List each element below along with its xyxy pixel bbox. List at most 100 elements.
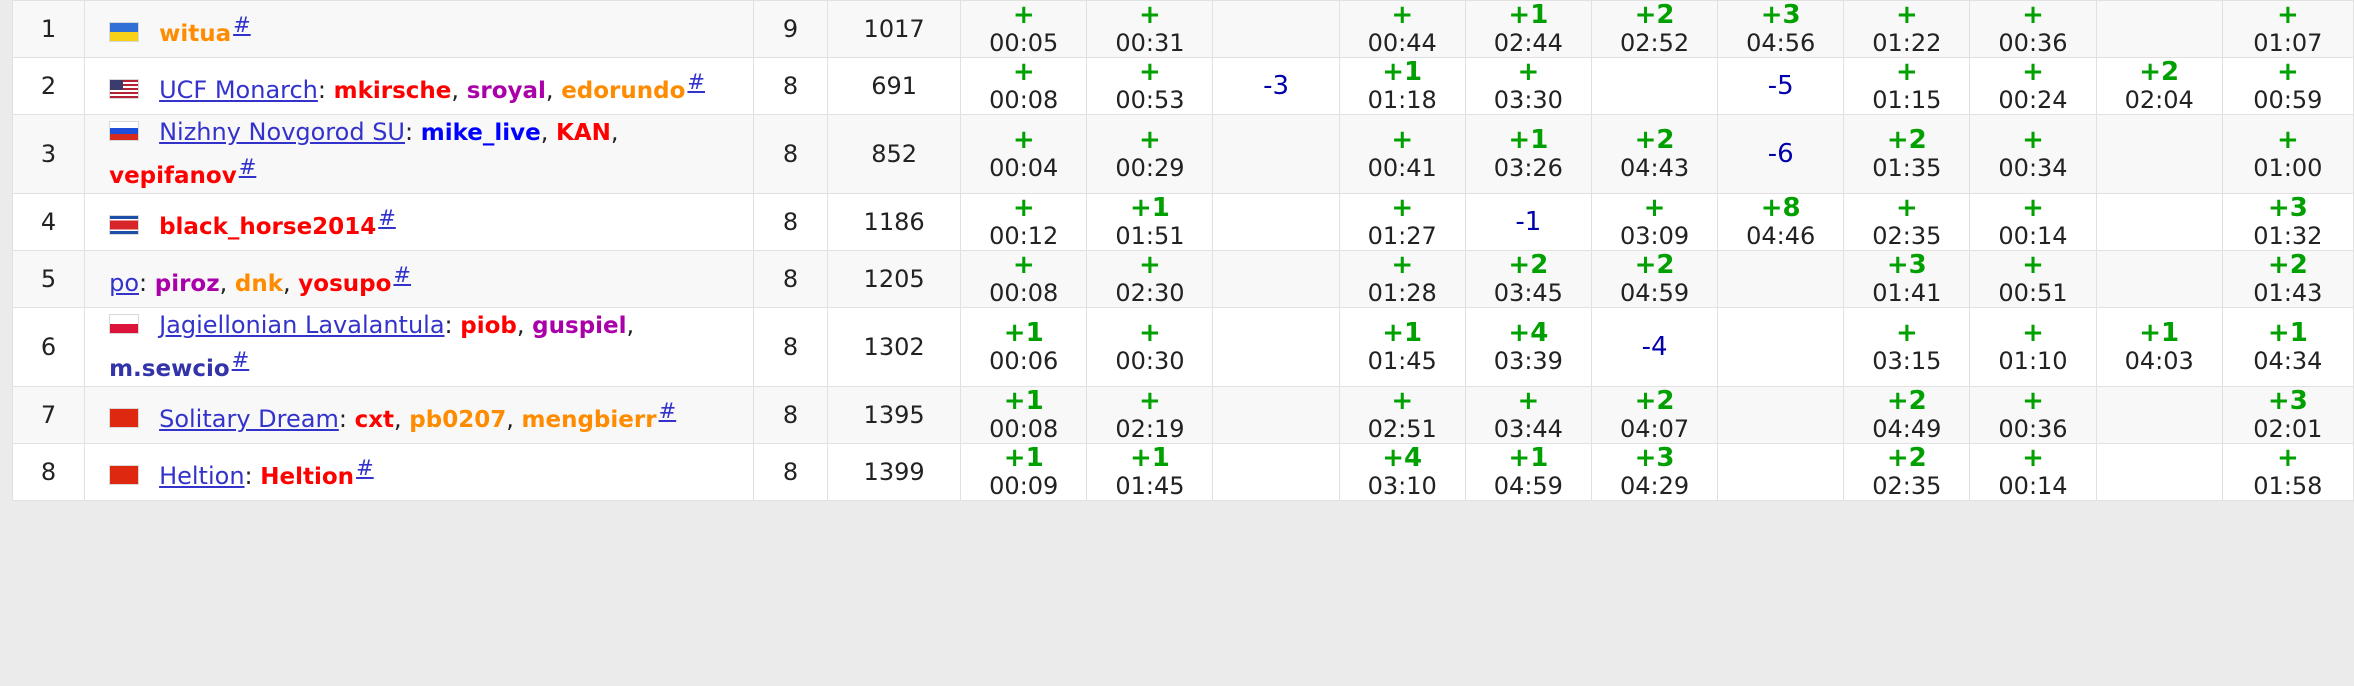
member-handle-link[interactable]: piob <box>460 313 517 339</box>
problem-result-cell[interactable]: -6 <box>1717 114 1845 194</box>
problem-result-cell[interactable]: +03:30 <box>1464 57 1592 115</box>
member-handle-link[interactable]: cxt <box>355 407 394 433</box>
problem-result-cell[interactable]: +00:53 <box>1086 57 1214 115</box>
problem-result-cell[interactable]: +2 02:52 <box>1590 0 1719 58</box>
problem-result-cell[interactable]: +00:12 <box>960 193 1088 251</box>
problem-result-cell[interactable]: +1 00:08 <box>960 386 1088 444</box>
problem-result-cell[interactable]: -4 <box>1590 307 1719 387</box>
team-name-link[interactable]: Heltion <box>159 462 244 490</box>
problem-result-cell[interactable]: +3 02:01 <box>2221 386 2354 444</box>
problem-result-cell[interactable]: +00:04 <box>960 114 1088 194</box>
problem-result-cell[interactable]: +02:19 <box>1086 386 1214 444</box>
problem-result-cell[interactable] <box>1717 443 1845 501</box>
member-handle-link[interactable]: edorundo <box>561 78 685 104</box>
problem-result-cell[interactable]: +8 04:46 <box>1717 193 1845 251</box>
problem-result-cell[interactable]: +00:41 <box>1338 114 1466 194</box>
member-handle-link[interactable]: vepifanov <box>109 163 237 189</box>
party-hash-link[interactable]: # <box>356 456 374 480</box>
member-handle-link[interactable]: black_horse2014 <box>159 214 376 240</box>
problem-result-cell[interactable] <box>1717 307 1845 387</box>
problem-result-cell[interactable]: -5 <box>1717 57 1845 115</box>
problem-result-cell[interactable]: +01:22 <box>1843 0 1971 58</box>
problem-result-cell[interactable]: +03:15 <box>1843 307 1971 387</box>
member-handle-link[interactable]: pb0207 <box>409 407 506 433</box>
problem-result-cell[interactable] <box>1212 386 1340 444</box>
member-handle-link[interactable]: yosupo <box>298 271 391 297</box>
member-handle-link[interactable]: KAN <box>556 120 611 146</box>
problem-result-cell[interactable]: +00:24 <box>1969 57 2097 115</box>
problem-result-cell[interactable]: +3 04:56 <box>1717 0 1845 58</box>
party-hash-link[interactable]: # <box>233 13 251 37</box>
problem-result-cell[interactable]: +2 03:45 <box>1464 250 1592 308</box>
problem-result-cell[interactable]: +00:59 <box>2221 57 2354 115</box>
problem-result-cell[interactable]: +01:28 <box>1338 250 1466 308</box>
problem-result-cell[interactable]: +02:35 <box>1843 193 1971 251</box>
problem-result-cell[interactable]: +3 04:29 <box>1590 443 1719 501</box>
problem-result-cell[interactable]: +00:05 <box>960 0 1088 58</box>
problem-result-cell[interactable] <box>1717 250 1845 308</box>
member-handle-link[interactable]: mengbierr <box>522 407 657 433</box>
problem-result-cell[interactable]: +01:27 <box>1338 193 1466 251</box>
problem-result-cell[interactable]: +3 01:41 <box>1843 250 1971 308</box>
problem-result-cell[interactable] <box>2095 114 2223 194</box>
team-name-link[interactable]: po <box>109 269 139 297</box>
problem-result-cell[interactable]: +01:58 <box>2221 443 2354 501</box>
team-name-link[interactable]: Nizhny Novgorod SU <box>159 118 405 146</box>
problem-result-cell[interactable]: +00:51 <box>1969 250 2097 308</box>
problem-result-cell[interactable]: +00:30 <box>1086 307 1214 387</box>
problem-result-cell[interactable]: +2 04:07 <box>1590 386 1719 444</box>
party-hash-link[interactable]: # <box>378 206 396 230</box>
problem-result-cell[interactable]: +3 01:32 <box>2221 193 2354 251</box>
member-handle-link[interactable]: mkirsche <box>334 78 452 104</box>
problem-result-cell[interactable] <box>1212 114 1340 194</box>
problem-result-cell[interactable] <box>2095 443 2223 501</box>
problem-result-cell[interactable]: +01:00 <box>2221 114 2354 194</box>
problem-result-cell[interactable]: +01:07 <box>2221 0 2354 58</box>
problem-result-cell[interactable]: +1 01:45 <box>1086 443 1214 501</box>
problem-result-cell[interactable]: +2 02:35 <box>1843 443 1971 501</box>
problem-result-cell[interactable]: +1 04:03 <box>2095 307 2223 387</box>
problem-result-cell[interactable] <box>1590 57 1719 115</box>
problem-result-cell[interactable]: +2 02:04 <box>2095 57 2223 115</box>
problem-result-cell[interactable] <box>1212 250 1340 308</box>
member-handle-link[interactable]: sroyal <box>467 78 546 104</box>
member-handle-link[interactable]: Heltion <box>260 464 354 490</box>
member-handle-link[interactable]: guspiel <box>532 313 626 339</box>
problem-result-cell[interactable]: +00:08 <box>960 250 1088 308</box>
problem-result-cell[interactable]: -3 <box>1212 57 1340 115</box>
team-name-link[interactable]: Solitary Dream <box>159 405 339 433</box>
party-hash-link[interactable]: # <box>239 155 257 179</box>
problem-result-cell[interactable] <box>1717 386 1845 444</box>
problem-result-cell[interactable]: +00:36 <box>1969 386 2097 444</box>
member-handle-link[interactable]: dnk <box>235 271 283 297</box>
member-handle-link[interactable]: witua <box>159 21 231 47</box>
problem-result-cell[interactable]: +00:31 <box>1086 0 1214 58</box>
problem-result-cell[interactable]: +1 00:09 <box>960 443 1088 501</box>
problem-result-cell[interactable]: +2 01:43 <box>2221 250 2354 308</box>
problem-result-cell[interactable]: +00:14 <box>1969 443 2097 501</box>
problem-result-cell[interactable]: +00:08 <box>960 57 1088 115</box>
problem-result-cell[interactable]: +00:36 <box>1969 0 2097 58</box>
problem-result-cell[interactable]: +2 04:43 <box>1590 114 1719 194</box>
problem-result-cell[interactable] <box>1212 307 1340 387</box>
team-name-link[interactable]: UCF Monarch <box>159 76 318 104</box>
problem-result-cell[interactable]: +2 04:49 <box>1843 386 1971 444</box>
party-hash-link[interactable]: # <box>232 348 250 372</box>
problem-result-cell[interactable]: +4 03:10 <box>1338 443 1466 501</box>
problem-result-cell[interactable] <box>2095 386 2223 444</box>
team-name-link[interactable]: Jagiellonian Lavalantula <box>159 311 444 339</box>
problem-result-cell[interactable] <box>2095 250 2223 308</box>
problem-result-cell[interactable]: +02:51 <box>1338 386 1466 444</box>
problem-result-cell[interactable]: +1 01:45 <box>1338 307 1466 387</box>
problem-result-cell[interactable] <box>2095 0 2223 58</box>
problem-result-cell[interactable]: +1 03:26 <box>1464 114 1592 194</box>
problem-result-cell[interactable] <box>2095 193 2223 251</box>
problem-result-cell[interactable]: +1 02:44 <box>1464 0 1592 58</box>
problem-result-cell[interactable]: +00:14 <box>1969 193 2097 251</box>
problem-result-cell[interactable]: +1 04:34 <box>2221 307 2354 387</box>
problem-result-cell[interactable]: +01:10 <box>1969 307 2097 387</box>
party-hash-link[interactable]: # <box>393 263 411 287</box>
party-hash-link[interactable]: # <box>687 70 705 94</box>
problem-result-cell[interactable]: +2 01:35 <box>1843 114 1971 194</box>
problem-result-cell[interactable]: +00:34 <box>1969 114 2097 194</box>
